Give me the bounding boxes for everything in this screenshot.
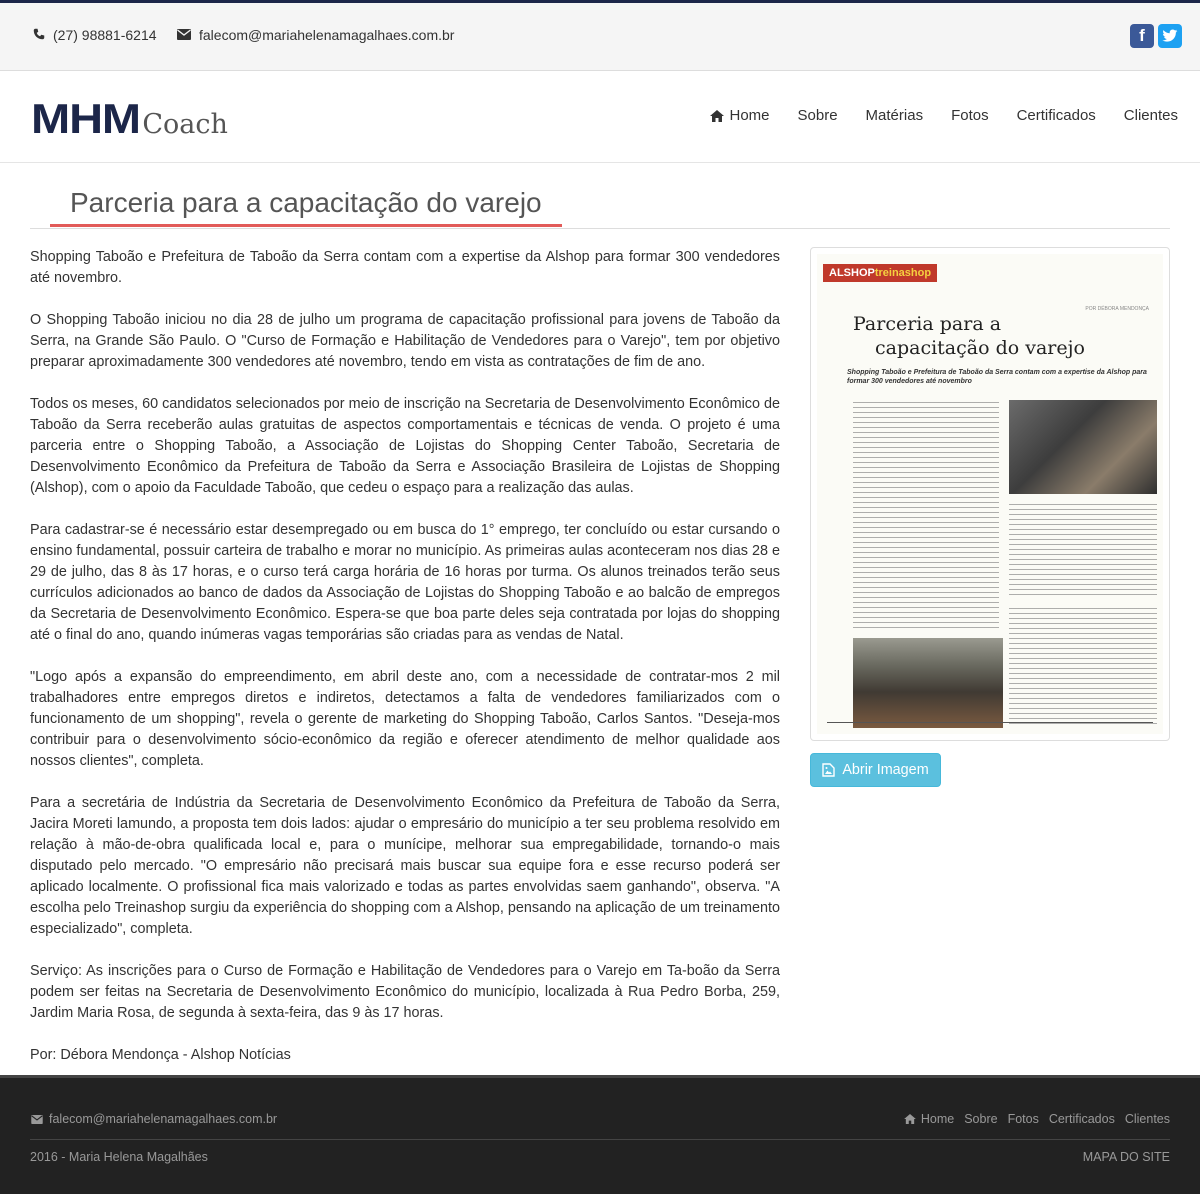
site-header: MHM Coach Home Sobre Matérias Fotos Cert… [0,71,1200,163]
envelope-icon [177,27,191,43]
nav-item-clientes[interactable]: Clientes [1124,107,1178,124]
magazine-thumbnail[interactable]: ALSHOPtreinashop POR DÉBORA MENDONÇA Par… [810,247,1170,741]
magazine-column [1009,606,1157,724]
email-address: falecom@mariahelenamagalhaes.com.br [199,27,455,43]
phone-icon [33,27,45,43]
magazine-title: Parceria para a capacitação do varejo [853,312,1085,360]
social-links: f [1130,24,1182,48]
logo-text: Coach [142,109,228,140]
logo-mark: MHM [31,95,141,142]
home-icon [904,1114,916,1124]
page-title: Parceria para a capacitação do varejo [50,187,562,227]
footer-nav-label: Home [920,1112,955,1126]
twitter-icon[interactable] [1158,24,1182,48]
footer-email[interactable]: falecom@mariahelenamagalhaes.com.br [31,1112,277,1126]
footer-nav-clientes[interactable]: Clientes [1125,1112,1170,1126]
footer-nav-home[interactable]: Home [904,1112,954,1126]
magazine-brand-name: ALSHOP [829,267,875,279]
site-logo[interactable]: MHM Coach [31,95,228,143]
article-paragraph: Para a secretária de Indústria da Secret… [30,795,780,937]
phone-contact[interactable]: (27) 98881-6214 [33,27,157,43]
magazine-brand-sub: treinashop [874,267,932,279]
open-image-button[interactable]: Abrir Imagem [810,753,941,787]
footer-nav-sobre[interactable]: Sobre [964,1112,997,1126]
sitemap-link[interactable]: MAPA DO SITE [1083,1150,1170,1164]
magazine-subtitle: Shopping Taboão e Prefeitura de Taboão d… [847,369,1147,385]
magazine-page-image: ALSHOPtreinashop POR DÉBORA MENDONÇA Par… [817,254,1163,734]
main-nav: Home Sobre Matérias Fotos Certificados C… [709,107,1178,124]
footer-nav-fotos[interactable]: Fotos [1008,1112,1039,1126]
magazine-photo [1009,400,1157,494]
magazine-photo [853,638,1003,728]
footer-nav: Home Sobre Fotos Certificados Clientes [904,1112,1170,1126]
site-footer: falecom@mariahelenamagalhaes.com.br Home… [0,1075,1200,1194]
footer-copyright: 2016 - Maria Helena Magalhães [30,1150,208,1164]
article-paragraph: Para cadastrar-se é necessário estar des… [30,522,780,643]
home-icon [709,109,724,122]
article-paragraph: "Logo após a expansão do empreendimento,… [30,669,780,769]
nav-label-home: Home [729,107,770,124]
magazine-column [1009,502,1157,598]
nav-item-materias[interactable]: Matérias [866,107,924,124]
image-icon [822,763,836,777]
magazine-footer [827,722,1153,728]
nav-item-fotos[interactable]: Fotos [951,107,989,124]
nav-item-certificados[interactable]: Certificados [1017,107,1096,124]
envelope-icon [31,1114,43,1124]
phone-number: (27) 98881-6214 [53,27,157,43]
footer-nav-certificados[interactable]: Certificados [1049,1112,1115,1126]
article-paragraph: Shopping Taboão e Prefeitura de Taboão d… [30,249,780,286]
footer-email-address: falecom@mariahelenamagalhaes.com.br [49,1112,278,1126]
open-image-label: Abrir Imagem [842,762,929,778]
facebook-icon[interactable]: f [1130,24,1154,48]
article-paragraph: Todos os meses, 60 candidatos selecionad… [30,396,780,496]
page-title-wrap: Parceria para a capacitação do varejo [30,187,1170,229]
magazine-byline: POR DÉBORA MENDONÇA [1085,306,1149,312]
contact-bar: (27) 98881-6214 falecom@mariahelenamagal… [0,3,1200,71]
article-paragraph: Serviço: As inscrições para o Curso de F… [30,963,780,1021]
article-paragraph: Por: Débora Mendonça - Alshop Notícias [30,1047,291,1063]
nav-item-home[interactable]: Home [709,107,770,124]
magazine-brand: ALSHOPtreinashop [823,264,938,282]
magazine-title-line2: capacitação do varejo [875,337,1085,359]
article-body: Shopping Taboão e Prefeitura de Taboão d… [30,247,780,1087]
magazine-title-line1: Parceria para a [853,313,1002,335]
footer-divider [30,1139,1170,1140]
nav-item-sobre[interactable]: Sobre [798,107,838,124]
magazine-column [853,400,999,628]
email-contact[interactable]: falecom@mariahelenamagalhaes.com.br [177,27,454,43]
article-paragraph: O Shopping Taboão iniciou no dia 28 de j… [30,312,780,370]
